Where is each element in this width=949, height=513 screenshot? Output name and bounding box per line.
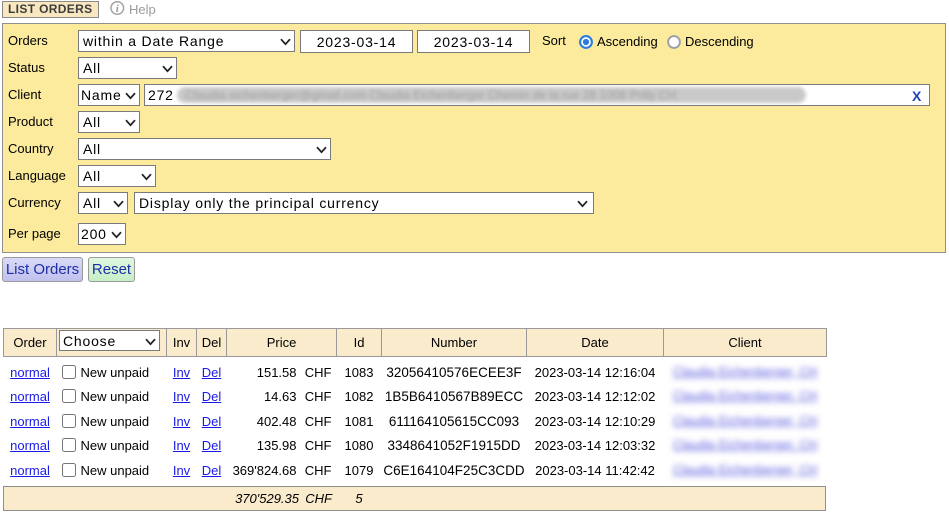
svg-text:i: i [116,3,120,15]
